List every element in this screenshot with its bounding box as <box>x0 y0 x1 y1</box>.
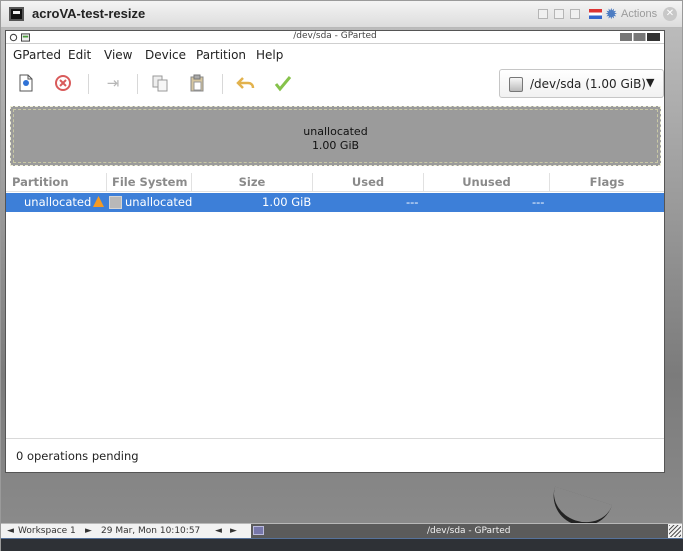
gparted-titlebar[interactable]: /dev/sda - GParted <box>6 31 664 44</box>
visual-label: unallocated <box>303 125 368 138</box>
menu-help[interactable]: Help <box>256 48 283 62</box>
operations-pending-status: 0 operations pending <box>16 449 139 463</box>
column-header-size[interactable]: Size <box>192 173 313 192</box>
table-row[interactable]: unallocated unallocated 1.00 GiB --- --- <box>6 193 664 212</box>
window-controls[interactable] <box>620 33 660 41</box>
vm-titlebar[interactable]: acroVA-test-resize ✹ Actions ✕ <box>1 1 682 28</box>
toolbar-separator <box>88 74 89 94</box>
device-selector[interactable]: /dev/sda (1.00 GiB) ▼ <box>499 69 664 98</box>
toolbar-separator <box>222 74 223 94</box>
device-selector-label: /dev/sda (1.00 GiB) <box>530 77 646 91</box>
status-bar: 0 operations pending <box>6 438 664 472</box>
cell-partition: unallocated <box>24 195 92 209</box>
column-header-partition[interactable]: Partition <box>6 173 107 192</box>
warning-icon <box>93 196 104 207</box>
vm-title: acroVA-test-resize <box>32 6 146 21</box>
copy-icon[interactable] <box>149 72 171 94</box>
column-header-unused[interactable]: Unused <box>424 173 550 192</box>
menu-edit[interactable]: Edit <box>68 48 91 62</box>
toolbar: ⇥ /dev/sda (1.00 GiB) ▼ <box>6 66 664 100</box>
resize-move-icon[interactable]: ⇥ <box>102 72 124 94</box>
hard-disk-icon <box>509 77 523 92</box>
apply-icon[interactable] <box>272 72 294 94</box>
cell-size: 1.00 GiB <box>262 195 312 209</box>
menu-view[interactable]: View <box>104 48 132 62</box>
host-taskbar-strip <box>1 538 683 551</box>
close-icon[interactable]: ✕ <box>663 7 677 21</box>
scale-icon[interactable] <box>538 9 548 19</box>
clock[interactable]: 29 Mar, Mon 10:10:57 <box>101 526 200 536</box>
filesystem-color-swatch <box>109 196 122 209</box>
partition-table-header: Partition File System Size Used Unused F… <box>6 173 664 192</box>
gparted-window: /dev/sda - GParted GParted Edit View Dev… <box>5 30 665 473</box>
fullscreen-icon[interactable] <box>554 9 564 19</box>
cell-used: --- <box>406 195 419 209</box>
paste-icon[interactable] <box>186 72 208 94</box>
workspace-prev-icon[interactable]: ◄ <box>7 526 14 536</box>
toolbar-separator <box>137 74 138 94</box>
bottom-panel: ◄ Workspace 1 ► 29 Mar, Mon 10:10:57 ◄ ►… <box>1 523 682 538</box>
delete-icon[interactable] <box>52 72 74 94</box>
gparted-task-icon <box>253 526 264 535</box>
menu-partition[interactable]: Partition <box>196 48 246 62</box>
menubar: GParted Edit View Device Partition Help <box>6 45 664 65</box>
workspace-label[interactable]: Workspace 1 <box>18 526 76 536</box>
column-header-flags[interactable]: Flags <box>550 173 664 192</box>
unallocated-block[interactable]: unallocated 1.00 GiB <box>13 109 658 163</box>
gparted-window-title: /dev/sda - GParted <box>293 31 377 41</box>
cell-unused: --- <box>532 195 545 209</box>
menu-gparted[interactable]: GParted <box>13 48 61 62</box>
visual-size: 1.00 GiB <box>311 139 360 152</box>
workspace-next-icon[interactable]: ► <box>85 526 92 536</box>
new-partition-icon[interactable] <box>15 72 37 94</box>
column-header-file-system[interactable]: File System <box>107 173 192 192</box>
actions-menu[interactable]: Actions <box>621 8 657 20</box>
keyboard-flag-icon[interactable] <box>589 9 602 19</box>
taskbar-item-gparted[interactable]: /dev/sda - GParted <box>251 524 668 538</box>
window-icon[interactable] <box>570 9 580 19</box>
vm-window: acroVA-test-resize ✹ Actions ✕ /dev/sda … <box>0 0 683 551</box>
task-next-icon[interactable]: ► <box>230 526 237 536</box>
undo-icon[interactable] <box>235 72 257 94</box>
partition-visual-map[interactable]: unallocated 1.00 GiB <box>10 106 661 166</box>
resize-grip-icon[interactable] <box>669 525 681 537</box>
column-header-used[interactable]: Used <box>313 173 424 192</box>
vm-app-icon <box>9 7 24 21</box>
menu-device[interactable]: Device <box>145 48 186 62</box>
taskbar-item-label: /dev/sda - GParted <box>427 526 511 536</box>
gear-icon[interactable]: ✹ <box>605 5 618 23</box>
chevron-down-icon: ▼ <box>646 76 655 89</box>
cell-file-system: unallocated <box>125 195 193 209</box>
task-prev-icon[interactable]: ◄ <box>215 526 222 536</box>
